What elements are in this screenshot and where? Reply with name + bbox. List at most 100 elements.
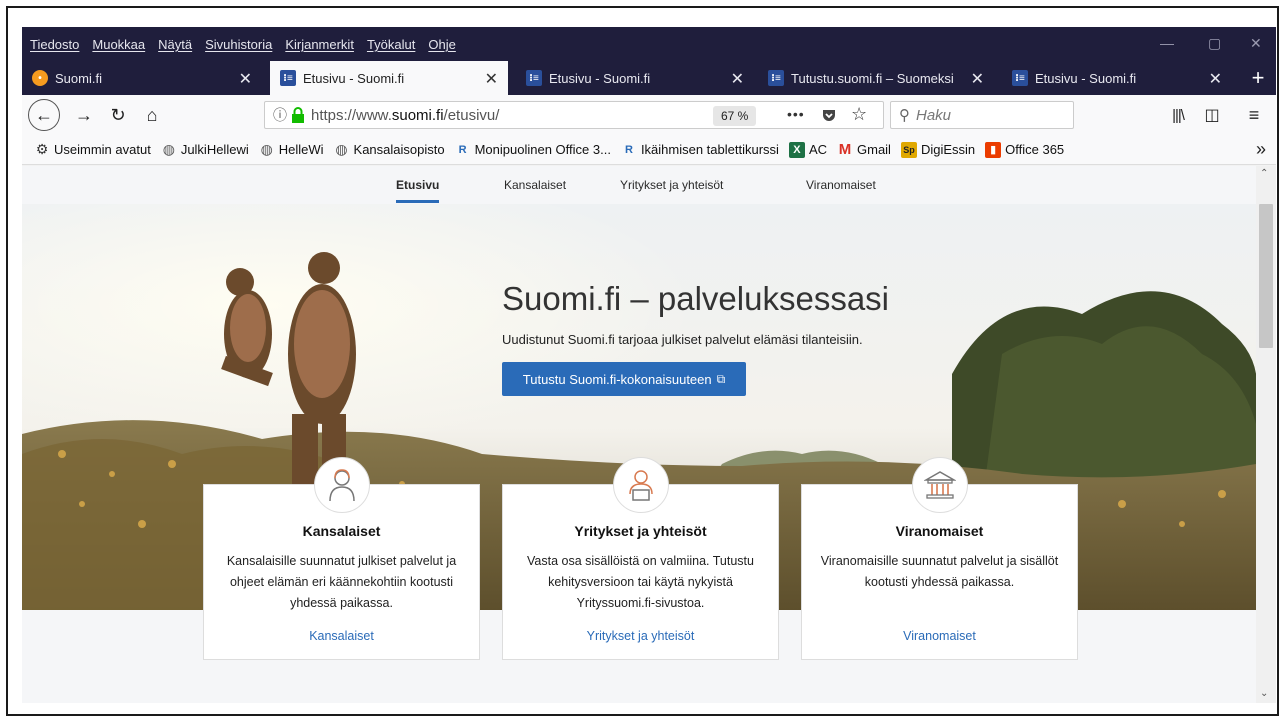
external-link-icon: ⧉: [716, 371, 726, 386]
tab-suomi-fi[interactable]: • Suomi.fi ✕: [22, 61, 262, 95]
card-yritykset: Yritykset ja yhteisöt Vasta osa sisällöi…: [502, 457, 779, 660]
bookmark-digiessin[interactable]: Sp DigiEssin: [900, 141, 975, 158]
card-title: Viranomaiset: [895, 523, 984, 539]
new-tab-icon[interactable]: +: [1244, 65, 1272, 91]
globe-icon: ◍: [162, 141, 175, 157]
search-placeholder: Haku: [916, 106, 952, 124]
gmail-icon: M: [838, 141, 852, 158]
page-content: Suomi.fi – palveluksessasi Uudistunut Su…: [22, 166, 1256, 703]
bookmark-useimmin-avatut[interactable]: ⚙ Useimmin avatut: [34, 141, 151, 158]
url-bar[interactable]: ⓘ https://www.suomi.fi/etusivu/ 67 % •••…: [264, 101, 884, 129]
globe-icon: ◍: [260, 141, 273, 157]
menu-muokkaa[interactable]: Muokkaa: [92, 37, 145, 57]
scroll-up-icon[interactable]: ⌃: [1260, 168, 1268, 179]
tab-title: Suomi.fi: [55, 70, 102, 86]
suomi-fi-icon: ⁝≡: [1012, 70, 1028, 86]
sp-icon: Sp: [900, 141, 917, 158]
card-description: Viranomaisille suunnatut palvelut ja sis…: [820, 554, 1059, 589]
hero-cta-button[interactable]: Tutustu Suomi.fi-kokonaisuuteen ⧉: [502, 362, 746, 396]
bookmark-julkihellewi[interactable]: ◍ JulkiHellewi: [161, 141, 249, 158]
tab-etusivu-3[interactable]: ⁝≡ Etusivu - Suomi.fi ✕: [1002, 61, 1232, 95]
search-icon: ⚲: [899, 107, 910, 124]
sidebar-icon[interactable]: ◫: [1198, 101, 1226, 129]
bookmarks-toolbar: ⚙ Useimmin avatut ◍ JulkiHellewi ◍ HelleWi …: [22, 135, 1276, 165]
close-window-icon[interactable]: ✕: [1250, 35, 1262, 52]
scroll-down-icon[interactable]: ⌄: [1260, 688, 1268, 699]
menu-sivuhistoria[interactable]: Sivuhistoria: [205, 37, 272, 57]
zoom-level[interactable]: 67 %: [713, 106, 757, 126]
suomi-fi-icon: ⁝≡: [526, 70, 542, 86]
site-nav-kansalaiset[interactable]: Kansalaiset: [504, 178, 566, 192]
office-icon: ▮: [985, 141, 1002, 158]
tab-title: Etusivu - Suomi.fi: [549, 70, 651, 86]
hero-title: Suomi.fi – palveluksessasi: [502, 280, 890, 317]
hero-subtitle: Uudistunut Suomi.fi tarjoaa julkiset pal…: [502, 332, 863, 347]
tab-etusivu-2[interactable]: ⁝≡ Etusivu - Suomi.fi ✕: [516, 61, 754, 95]
menu-kirjanmerkit[interactable]: Kirjanmerkit: [285, 37, 354, 57]
close-tab-icon[interactable]: ✕: [1209, 69, 1222, 89]
card-description: Vasta osa sisällöistä on valmiina. Tutus…: [527, 554, 754, 610]
reload-icon[interactable]: ↻: [104, 101, 132, 129]
firefox-fox-icon: •: [32, 70, 48, 86]
gear-icon: ⚙: [35, 141, 49, 157]
close-tab-icon[interactable]: ✕: [971, 69, 984, 89]
bookmark-monipuolinen-office[interactable]: R Monipuolinen Office 3...: [455, 142, 611, 158]
menu-tiedosto[interactable]: Tiedosto: [30, 37, 79, 57]
tab-etusivu-active[interactable]: ⁝≡ Etusivu - Suomi.fi ✕: [270, 61, 508, 95]
vertical-scrollbar[interactable]: ⌃ ⌄: [1256, 166, 1276, 703]
navigation-toolbar: ← → ↻ ⌂ ⓘ https://www.suomi.fi/etusivu/ …: [22, 95, 1276, 135]
card-description: Kansalaisille suunnatut julkiset palvelu…: [226, 554, 457, 610]
forward-arrow-icon[interactable]: →: [70, 101, 98, 129]
card-link-yritykset[interactable]: Yritykset ja yhteisöt: [503, 629, 778, 643]
site-nav-viranomaiset[interactable]: Viranomaiset: [806, 178, 876, 192]
close-tab-icon[interactable]: ✕: [731, 69, 744, 89]
card-title: Yritykset ja yhteisöt: [574, 523, 707, 539]
card-link-viranomaiset[interactable]: Viranomaiset: [802, 629, 1077, 643]
bookmarks-overflow-icon[interactable]: »: [1256, 139, 1266, 160]
tab-title: Etusivu - Suomi.fi: [303, 70, 405, 86]
minimize-icon[interactable]: —: [1160, 35, 1174, 51]
menu-bar: Tiedosto Muokkaa Näytä Sivuhistoria Kirj…: [30, 37, 469, 57]
restore-icon[interactable]: ▢: [1208, 35, 1221, 52]
hamburger-menu-icon[interactable]: ≡: [1240, 101, 1268, 129]
tab-strip: • Suomi.fi ✕ ⁝≡ Etusivu - Suomi.fi ✕ ⁝≡ …: [22, 61, 1276, 95]
menu-nayta[interactable]: Näytä: [158, 37, 192, 57]
business-person-icon: [612, 457, 669, 513]
page-actions-icon[interactable]: •••: [787, 106, 805, 122]
info-icon[interactable]: ⓘ: [273, 105, 287, 125]
screenshot-frame: Tiedosto Muokkaa Näytä Sivuhistoria Kirj…: [6, 6, 1279, 716]
title-bar: Tiedosto Muokkaa Näytä Sivuhistoria Kirj…: [22, 27, 1276, 95]
citizen-icon: [313, 457, 370, 513]
bookmark-office-365[interactable]: ▮ Office 365: [985, 141, 1064, 158]
url-text: https://www.suomi.fi/etusivu/: [311, 106, 500, 124]
site-nav-etusivu[interactable]: Etusivu: [396, 178, 440, 203]
card-title: Kansalaiset: [302, 523, 381, 539]
bookmark-ikaihmisen-tablettikurssi[interactable]: R Ikäihmisen tablettikurssi: [621, 142, 779, 158]
site-nav-yritykset[interactable]: Yritykset ja yhteisöt: [620, 178, 723, 192]
bookmark-kansalaisopisto[interactable]: ◍ Kansalaisopisto: [334, 141, 444, 158]
card-kansalaiset: Kansalaiset Kansalaisille suunnatut julk…: [203, 457, 480, 660]
menu-ohje[interactable]: Ohje: [428, 37, 455, 57]
r-icon: R: [624, 143, 633, 156]
close-tab-icon[interactable]: ✕: [485, 69, 498, 89]
card-link-kansalaiset[interactable]: Kansalaiset: [204, 629, 479, 643]
bookmark-ac[interactable]: X AC: [788, 141, 827, 158]
close-tab-icon[interactable]: ✕: [239, 69, 252, 89]
ac-icon: X: [788, 141, 805, 158]
bookmark-hellewi[interactable]: ◍ HelleWi: [259, 141, 324, 158]
back-arrow-icon[interactable]: ←: [28, 99, 60, 131]
globe-icon: ◍: [335, 141, 348, 157]
bookmark-gmail[interactable]: M Gmail: [837, 141, 891, 158]
tab-tutustu[interactable]: ⁝≡ Tutustu.suomi.fi – Suomeksi ✕: [758, 61, 994, 95]
library-icon[interactable]: |||\: [1164, 101, 1192, 129]
search-input[interactable]: ⚲ Haku: [890, 101, 1074, 129]
pocket-icon[interactable]: [821, 107, 837, 123]
bookmark-star-icon[interactable]: ☆: [851, 104, 867, 125]
tab-title: Tutustu.suomi.fi – Suomeksi: [791, 70, 954, 86]
government-building-icon: [911, 457, 968, 513]
card-viranomaiset: Viranomaiset Viranomaisille suunnatut pa…: [801, 457, 1078, 660]
browser-window: Tiedosto Muokkaa Näytä Sivuhistoria Kirj…: [22, 27, 1276, 703]
scrollbar-thumb[interactable]: [1259, 204, 1273, 348]
menu-tyokalut[interactable]: Työkalut: [367, 37, 415, 57]
home-icon[interactable]: ⌂: [138, 101, 166, 129]
